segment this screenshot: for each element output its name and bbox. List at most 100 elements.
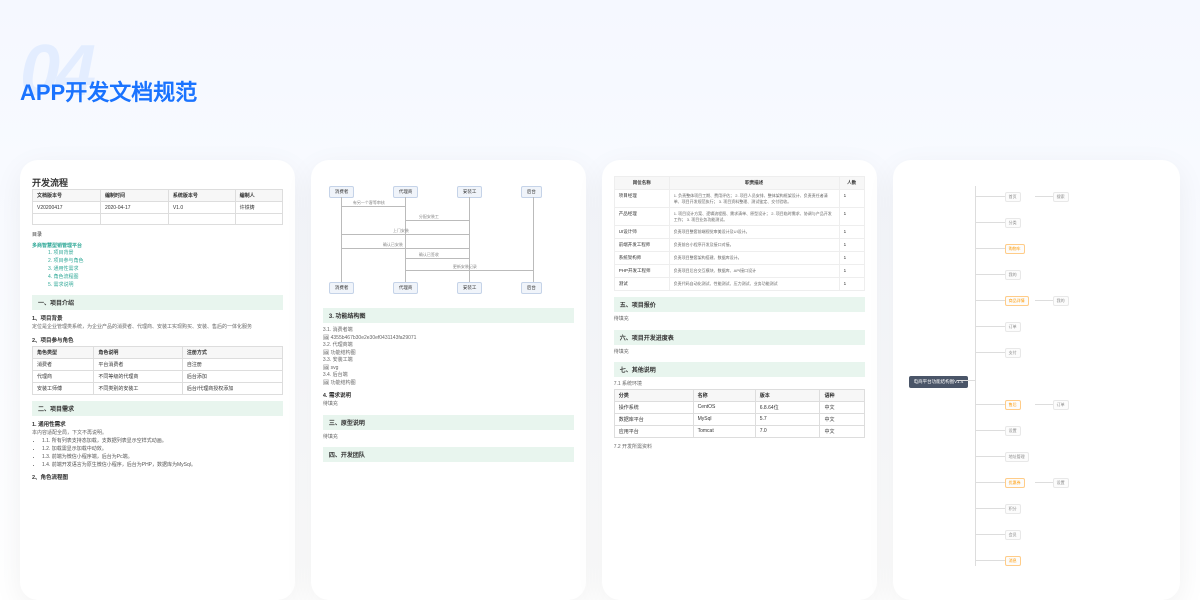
- eh1: 名称: [693, 389, 755, 401]
- r21: 不同类别的安装工: [94, 382, 182, 394]
- meta-h2: 编制时间: [100, 190, 168, 202]
- d3r5c0: PHP开发工程师: [614, 265, 669, 278]
- d3pend1: 待填充: [614, 316, 865, 324]
- main-title: APP开发文档规范: [20, 75, 197, 107]
- vline4: [533, 197, 534, 282]
- toc-4: 4. 角色流程图: [48, 273, 283, 281]
- mml9: [975, 456, 1005, 457]
- e21: Tomcat: [693, 425, 755, 437]
- r22: 后台/代理商授权添加: [182, 382, 282, 394]
- meta-d4: 许铁铸: [235, 202, 282, 214]
- mml0: [975, 196, 1005, 197]
- doc2-sec5: 四、开发团队: [323, 447, 574, 462]
- d3r2c2: 1: [839, 226, 864, 239]
- d3r0c1: 1. 负责整体项目工期、费用评估； 2. 项目人员安排、整体架构框架设计、负责责…: [669, 190, 839, 208]
- struct2-text: 功能结构图: [331, 380, 356, 386]
- mm-root: 电商平台功能结构图V1.4: [909, 376, 969, 388]
- mm-n6: 支付: [1005, 348, 1021, 358]
- struct1-text: 功能结构图: [331, 350, 356, 356]
- hline3: [341, 234, 469, 235]
- doc3-sec7: 七、其他说明: [614, 362, 865, 377]
- e22: 7.0: [755, 425, 820, 437]
- r11: 不同等级的代理商: [94, 370, 182, 382]
- mindmap: 电商平台功能结构图V1.4 首页 分类 购物车 我的 商品详情 订单 支付 售后…: [905, 176, 1168, 584]
- sub32: 3.2. 代理商端: [323, 342, 574, 350]
- d3r1c2: 1: [839, 208, 864, 226]
- mml2: [975, 248, 1005, 249]
- d3r3c0: 前端开发工程师: [614, 239, 669, 252]
- mm-n2: 购物车: [1005, 244, 1025, 254]
- sub11: 1、项目背景: [32, 314, 283, 322]
- hline1: [341, 206, 405, 207]
- sec2: 二、项目需求: [32, 401, 283, 416]
- vline1: [341, 197, 342, 282]
- doc3-sec6: 六、项目开发进度表: [614, 330, 865, 345]
- meta-d2: 2020-04-17: [100, 202, 168, 214]
- mml6: [975, 352, 1005, 353]
- sub71: 7.1 系统环境: [614, 381, 865, 389]
- refimg: 🖼 4355b467b30e2e30ef0431143fa29071: [323, 335, 574, 343]
- d3r6c0: 测试: [614, 278, 669, 291]
- pend2: 待填充: [323, 434, 574, 442]
- d3r1c1: 1. 项目设计方案、逻辑流程图、需求清单、原型设计； 2. 项目临时需求、协调与…: [669, 208, 839, 226]
- req1: 1.1. 所有列表支持态加载，支数据列表显示空样式动画。: [42, 437, 283, 445]
- flowchart: 消费者 代理商 安装工 后台 有另一个客等审核 分配安装工 上门安装 确认已安装…: [323, 182, 574, 302]
- meta-h3: 系统版本号: [168, 190, 235, 202]
- d3r0c2: 1: [839, 190, 864, 208]
- sub72: 7.2 开发所需资料: [614, 444, 865, 452]
- flow-bot-2: 代理商: [393, 282, 419, 294]
- d3r4c1: 负责项目整套架构搭建、数据库设计。: [669, 252, 839, 265]
- mml4: [975, 300, 1005, 301]
- reqs-list: 1.1. 所有列表支持态加载，支数据列表显示空样式动画。 1.2. 加载需显示加…: [32, 437, 283, 469]
- e10: 数据库平台: [614, 413, 693, 425]
- e20: 应用平台: [614, 425, 693, 437]
- team-table: 岗位名称 职责描述 人数 项目经理1. 负责整体项目工期、费用评估； 2. 项目…: [614, 176, 865, 291]
- r00: 消费者: [33, 358, 94, 370]
- doc-card-1: 开发流程 文档版本号 编制时间 系统版本号 编制人 V20200417 2020…: [20, 160, 295, 600]
- toc-3: 3. 通用性需求: [48, 265, 283, 273]
- refimg-text: 4355b467b30e2e30ef0431143fa29071: [331, 335, 417, 341]
- th-desc: 职责描述: [669, 177, 839, 190]
- doc1-title: 开发流程: [32, 176, 283, 189]
- mm-n10: 优惠券: [1005, 478, 1025, 488]
- mm-n9: 地址管理: [1005, 452, 1029, 462]
- r02: 自注册: [182, 358, 282, 370]
- d3r3c2: 1: [839, 239, 864, 252]
- e01: CentOS: [693, 401, 755, 413]
- mm-n4: 商品详情: [1005, 296, 1029, 306]
- doc-card-2: 消费者 代理商 安装工 后台 有另一个客等审核 分配安装工 上门安装 确认已安装…: [311, 160, 586, 600]
- mml13: [975, 560, 1005, 561]
- eh3: 语种: [820, 389, 864, 401]
- hline6: [405, 270, 533, 271]
- flow-bot-3: 安装工: [457, 282, 483, 294]
- fl5: 确认已签收: [419, 252, 439, 258]
- d3r4c2: 1: [839, 252, 864, 265]
- e11: MySql: [693, 413, 755, 425]
- eh0: 分类: [614, 389, 693, 401]
- fl6: 更新安装记录: [453, 264, 477, 270]
- flow-top-4: 后台: [521, 186, 542, 198]
- documents-row: 开发流程 文档版本号 编制时间 系统版本号 编制人 V20200417 2020…: [20, 160, 1180, 600]
- meta-d3: V1.0: [168, 202, 235, 214]
- sub12: 2、项目参与角色: [32, 336, 283, 344]
- mmsl0: [1035, 196, 1053, 197]
- meta-d1: V20200417: [33, 202, 101, 214]
- mml7: [975, 404, 1005, 405]
- mm-n1: 分类: [1005, 218, 1021, 228]
- doc3-sec5: 五、项目报价: [614, 297, 865, 312]
- d3r6c2: 1: [839, 278, 864, 291]
- rh1: 角色类型: [33, 346, 94, 358]
- toc-2: 2. 项目参与角色: [48, 257, 283, 265]
- mml3: [975, 274, 1005, 275]
- e02: 6.8.64位: [755, 401, 820, 413]
- mmsl1: [1035, 300, 1053, 301]
- struct1: 🖼 功能结构图: [323, 350, 574, 358]
- roles-table: 角色类型 角色说明 注册方式 消费者 平台消费者 自注册 代理商 不同等级的代理…: [32, 346, 283, 395]
- r01: 平台消费者: [94, 358, 182, 370]
- fl3: 上门安装: [393, 228, 409, 234]
- bg-text: 定位是企业管理类系统，为企业产品的消费者、代理商、安装工实现购买、安装、售后的一…: [32, 324, 283, 332]
- sub22: 2、角色流程图: [32, 473, 283, 481]
- mm-n0: 首页: [1005, 192, 1021, 202]
- toc-1: 1. 项目背景: [48, 249, 283, 257]
- catalog-label: 目录: [32, 231, 283, 238]
